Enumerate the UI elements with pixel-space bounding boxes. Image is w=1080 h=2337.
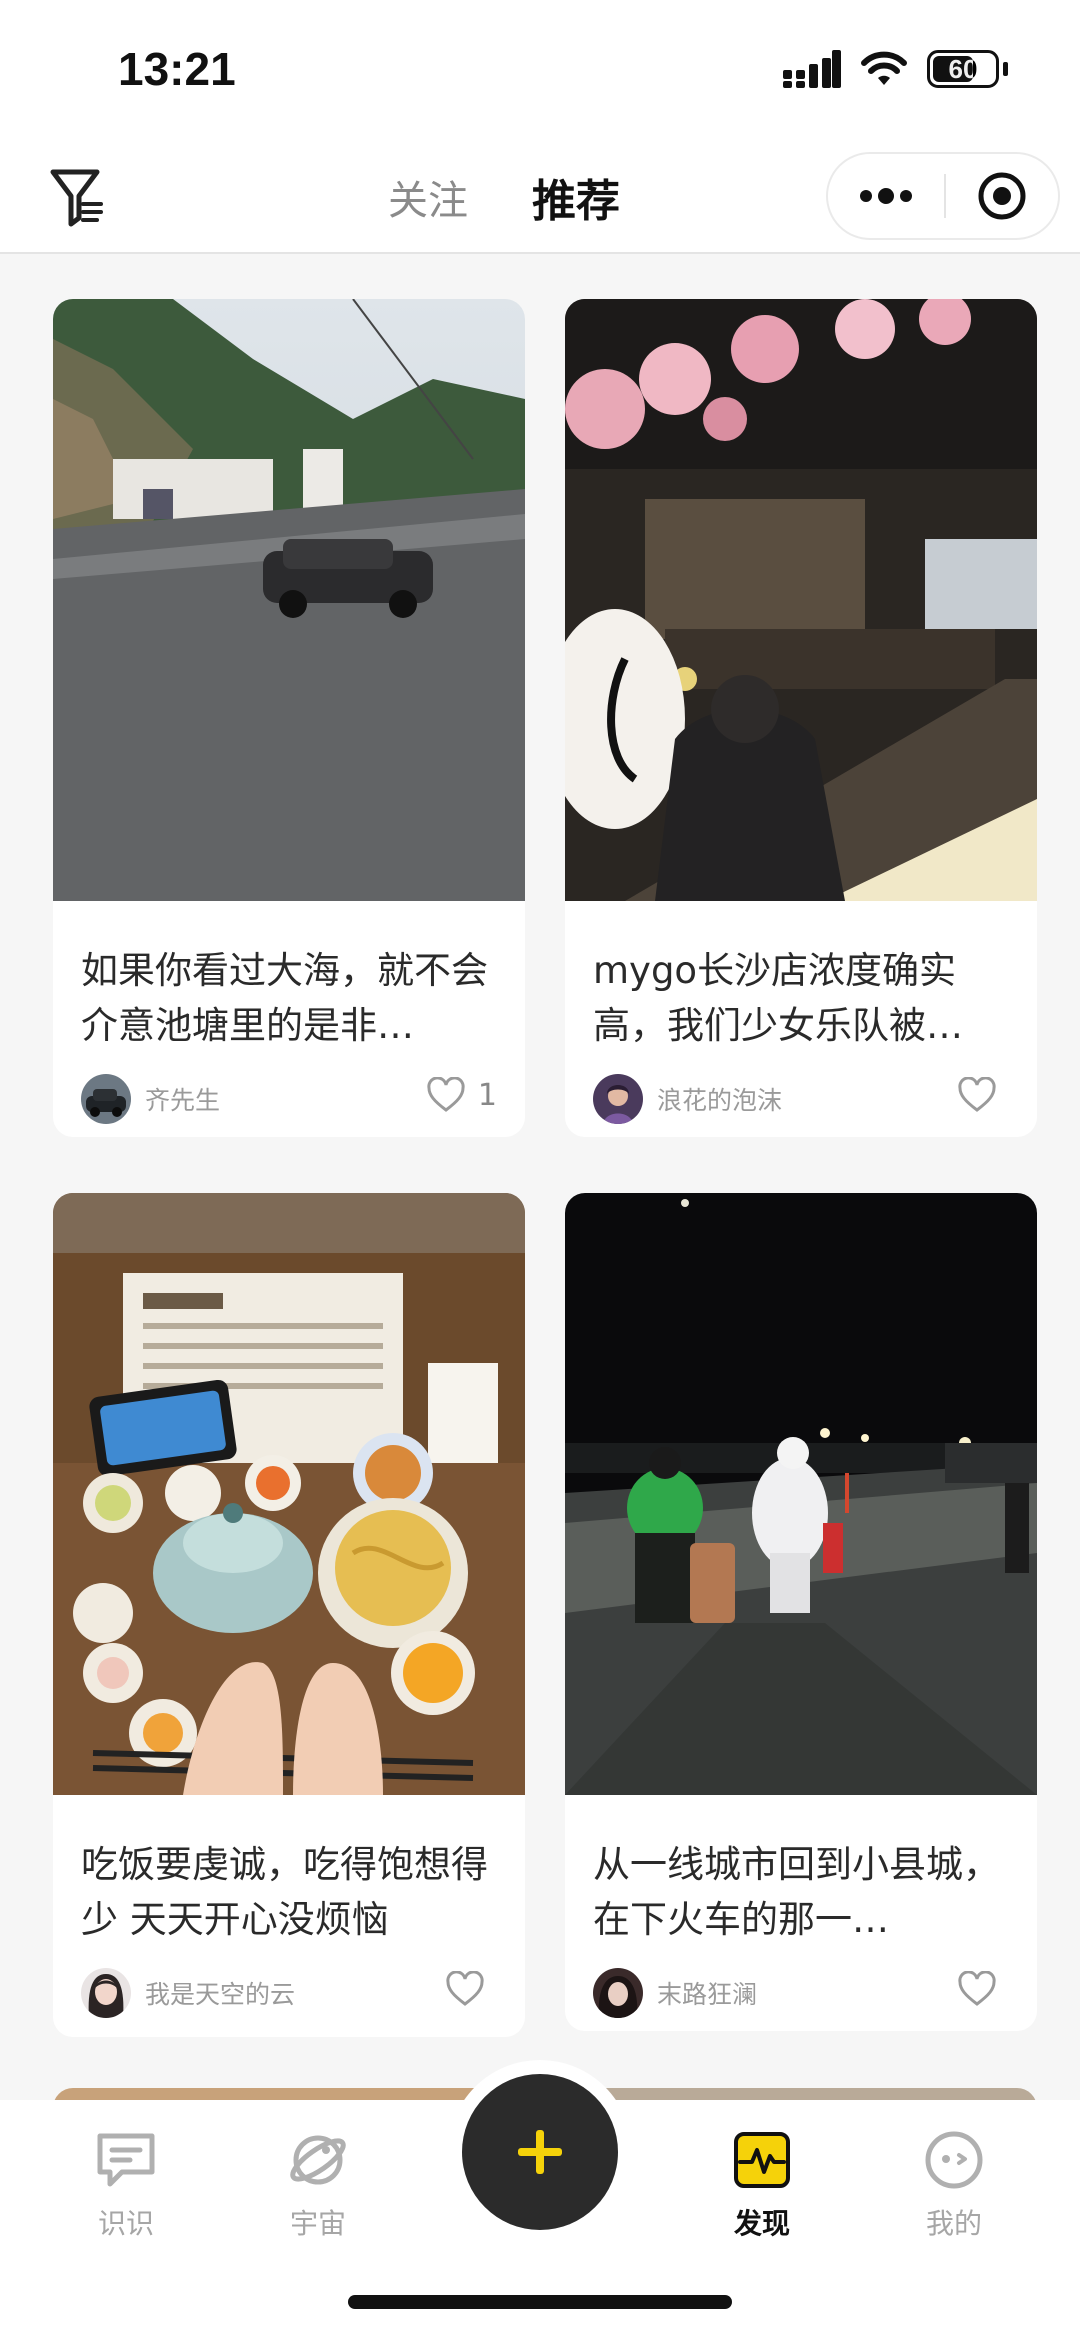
feed-card[interactable]: 从一线城市回到小县城，在下火车的那一… 末路狂澜	[565, 1193, 1037, 2031]
chat-bubble-icon	[97, 2133, 155, 2187]
wifi-icon	[861, 51, 907, 85]
home-indicator	[348, 2295, 732, 2309]
feed-card[interactable]: 吃饭要虔诚，吃得饱想得少 天天开心没烦恼 我是天空的云	[53, 1193, 525, 2037]
feed-card[interactable]	[53, 2088, 525, 2100]
post-title: 从一线城市回到小县城，在下火车的那一…	[593, 1843, 1000, 1941]
post-image	[565, 1193, 1037, 1795]
avatar[interactable]	[593, 1074, 643, 1124]
avatar[interactable]	[81, 1074, 131, 1124]
tab-follow[interactable]: 关注	[388, 168, 468, 226]
avatar[interactable]	[81, 1968, 131, 2018]
post-title: 如果你看过大海，就不会介意池塘里的是非…	[81, 949, 488, 1047]
filter-icon	[50, 169, 103, 227]
post-title: 吃饭要虔诚，吃得饱想得少 天天开心没烦恼	[81, 1843, 488, 1941]
tab-universe[interactable]: 宇宙	[258, 2126, 378, 2242]
tab-label: 识识	[97, 2207, 154, 2240]
avatar[interactable]	[593, 1968, 643, 2018]
like-button[interactable]	[957, 1077, 1009, 1113]
post-image	[53, 1193, 525, 1795]
filter-button[interactable]	[44, 158, 108, 236]
signal-icon	[783, 50, 841, 88]
tab-label: 我的	[925, 2207, 982, 2240]
status-bar: 13:21 60	[0, 0, 1080, 140]
tab-label: 发现	[733, 2207, 790, 2240]
pulse-icon	[734, 2132, 790, 2188]
like-button[interactable]	[445, 1971, 497, 2007]
feed-card[interactable]	[565, 2088, 1037, 2100]
face-icon	[925, 2131, 983, 2189]
heart-icon	[958, 1971, 996, 2006]
post-footer: 末路狂澜	[593, 1951, 1009, 2031]
more-dots-icon	[860, 188, 912, 204]
avatar-image	[81, 1074, 131, 1124]
author-name[interactable]: 浪花的泡沫	[657, 1081, 782, 1117]
battery-icon: 60	[927, 50, 999, 88]
feed-card[interactable]: 如果你看过大海，就不会介意池塘里的是非… 齐先生 1	[53, 299, 525, 1137]
tab-label: 宇宙	[289, 2207, 346, 2240]
mini-program-capsule	[826, 152, 1060, 240]
post-footer: 齐先生 1	[81, 1057, 497, 1137]
heart-icon	[446, 1971, 484, 2006]
author-name[interactable]: 我是天空的云	[145, 1975, 295, 2011]
tab-discover[interactable]: 发现	[702, 2126, 822, 2242]
status-time: 13:21	[118, 43, 236, 95]
heart-icon	[427, 1077, 465, 1112]
planet-icon	[290, 2135, 346, 2185]
status-icons: 60	[783, 50, 1008, 88]
feed-card[interactable]: mygo长沙店浓度确实高，我们少女乐队被… 浪花的泡沫	[565, 299, 1037, 1137]
avatar-image	[81, 1968, 131, 2018]
author-name[interactable]: 齐先生	[145, 1081, 220, 1117]
like-button[interactable]	[957, 1971, 1009, 2007]
post-footer: 我是天空的云	[81, 1951, 497, 2035]
nav-header: 关注 推荐	[0, 140, 1080, 254]
tab-recommend[interactable]: 推荐	[532, 165, 620, 229]
avatar-image	[593, 1968, 643, 2018]
author-name[interactable]: 末路狂澜	[657, 1975, 757, 2011]
post-image	[565, 299, 1037, 901]
create-post-button[interactable]	[462, 2074, 618, 2230]
plus-icon	[518, 2130, 562, 2174]
post-image	[53, 299, 525, 901]
target-circle-icon	[978, 172, 1026, 220]
like-button[interactable]: 1	[426, 1077, 497, 1113]
close-button[interactable]	[946, 154, 1058, 238]
more-button[interactable]	[828, 154, 944, 238]
tab-shishi[interactable]: 识识	[66, 2126, 186, 2242]
avatar-image	[593, 1074, 643, 1124]
post-footer: 浪花的泡沫	[593, 1057, 1009, 1137]
like-count: 1	[477, 1077, 497, 1113]
tab-mine[interactable]: 我的	[894, 2126, 1014, 2242]
heart-icon	[958, 1077, 996, 1112]
feed: 如果你看过大海，就不会介意池塘里的是非… 齐先生 1 mygo长沙店浓度确实高，…	[0, 256, 1080, 2100]
battery-level: 60	[948, 53, 978, 84]
post-title: mygo长沙店浓度确实高，我们少女乐队被…	[593, 949, 963, 1047]
